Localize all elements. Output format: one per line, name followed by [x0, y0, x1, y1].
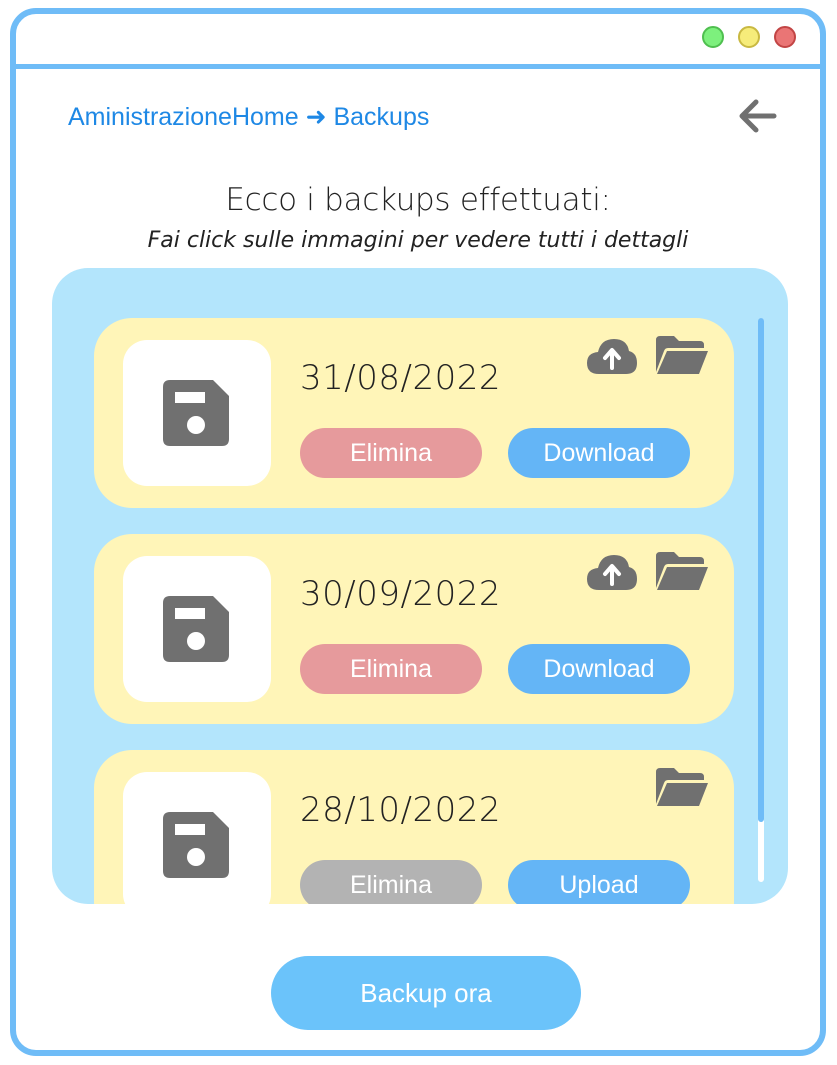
backup-card: 31/08/2022 Elimina Download — [94, 318, 734, 508]
page-title: Ecco i backups effettuati: — [225, 182, 611, 218]
delete-button[interactable]: Elimina — [300, 644, 482, 694]
backup-date: 28/10/2022 — [300, 790, 501, 830]
backup-date: 30/09/2022 — [300, 574, 501, 614]
backup-now-button[interactable]: Backup ora — [271, 956, 581, 1030]
folder-icon[interactable] — [656, 334, 708, 376]
backup-card: 30/09/2022 Elimina Download — [94, 534, 734, 724]
backup-date: 31/08/2022 — [300, 358, 501, 398]
scrollbar[interactable] — [758, 318, 764, 882]
window-close-button[interactable] — [774, 26, 796, 48]
page-subtitle: Fai click sulle immagini per vedere tutt… — [147, 228, 689, 253]
backup-card: 28/10/2022 Elimina Upload — [94, 750, 734, 904]
backup-thumbnail[interactable] — [123, 556, 271, 702]
folder-icon[interactable] — [656, 550, 708, 592]
window-minimize-button[interactable] — [738, 26, 760, 48]
floppy-disk-icon — [163, 596, 229, 662]
backup-thumbnail[interactable] — [123, 340, 271, 486]
upload-button[interactable]: Upload — [508, 860, 690, 904]
app-window: AministrazioneHome ➜ Backups Ecco i back… — [10, 8, 826, 1056]
window-maximize-button[interactable] — [702, 26, 724, 48]
folder-icon[interactable] — [656, 766, 708, 808]
download-button[interactable]: Download — [508, 428, 690, 478]
backup-thumbnail[interactable] — [123, 772, 271, 904]
cloud-upload-icon[interactable] — [586, 336, 638, 376]
backups-list: 31/08/2022 Elimina Download 30/09/2022 E… — [52, 268, 788, 904]
arrow-left-icon[interactable] — [734, 92, 782, 140]
download-button[interactable]: Download — [508, 644, 690, 694]
scrollbar-thumb[interactable] — [758, 318, 764, 822]
breadcrumb[interactable]: AministrazioneHome ➜ Backups — [68, 102, 429, 132]
title-bar — [16, 14, 820, 69]
cloud-upload-icon[interactable] — [586, 552, 638, 592]
floppy-disk-icon — [163, 812, 229, 878]
delete-button[interactable]: Elimina — [300, 860, 482, 904]
floppy-disk-icon — [163, 380, 229, 446]
delete-button[interactable]: Elimina — [300, 428, 482, 478]
